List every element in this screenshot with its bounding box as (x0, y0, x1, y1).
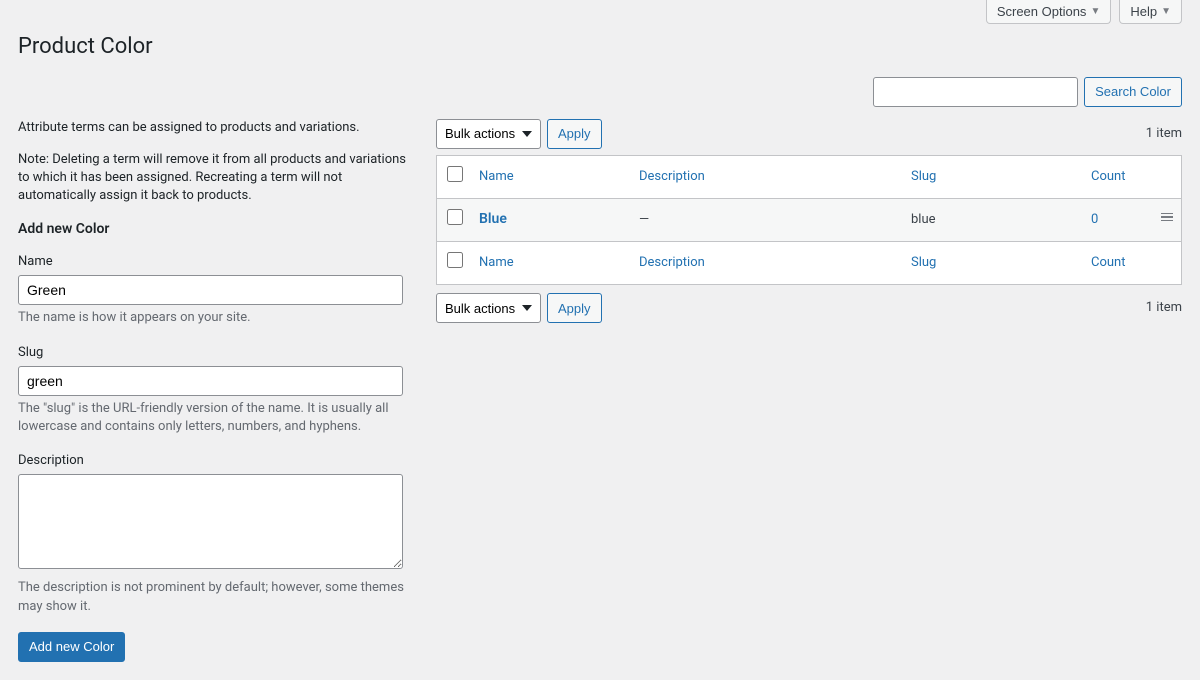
bulk-actions-select-top[interactable]: Bulk actions (436, 119, 541, 149)
chevron-down-icon: ▼ (1090, 6, 1100, 17)
slug-label: Slug (18, 344, 418, 362)
col-slug[interactable]: Slug (911, 169, 936, 184)
name-help: The name is how it appears on your site. (18, 309, 418, 327)
select-all-top[interactable] (447, 166, 463, 182)
note-text: Note: Deleting a term will remove it fro… (18, 151, 418, 206)
chevron-down-icon: ▼ (1161, 6, 1171, 17)
screen-options-label: Screen Options (997, 4, 1087, 19)
table-row: Blue — blue 0 (437, 198, 1182, 241)
select-all-bottom[interactable] (447, 252, 463, 268)
search-button[interactable]: Search Color (1084, 77, 1182, 107)
term-count-link[interactable]: 0 (1091, 212, 1098, 227)
col-name-foot[interactable]: Name (479, 255, 514, 270)
submit-button[interactable]: Add new Color (18, 632, 125, 662)
col-count[interactable]: Count (1091, 169, 1125, 184)
slug-help: The "slug" is the URL-friendly version o… (18, 400, 418, 436)
col-slug-foot[interactable]: Slug (911, 255, 936, 270)
apply-button-bottom[interactable]: Apply (547, 293, 602, 323)
terms-table: Name Description Slug Count Blue — blue … (436, 155, 1182, 286)
term-name-link[interactable]: Blue (479, 211, 507, 227)
name-input[interactable] (18, 275, 403, 305)
intro-text: Attribute terms can be assigned to produ… (18, 119, 418, 137)
search-input[interactable] (873, 77, 1078, 107)
help-button[interactable]: Help ▼ (1119, 0, 1182, 24)
description-label: Description (18, 452, 418, 470)
name-label: Name (18, 253, 418, 271)
apply-button-top[interactable]: Apply (547, 119, 602, 149)
col-description-foot[interactable]: Description (639, 255, 705, 270)
slug-input[interactable] (18, 366, 403, 396)
drag-handle-icon[interactable] (1161, 211, 1173, 224)
description-help: The description is not prominent by defa… (18, 579, 418, 615)
term-description: — (631, 198, 903, 241)
description-textarea[interactable] (18, 474, 403, 569)
screen-options-button[interactable]: Screen Options ▼ (986, 0, 1112, 24)
bulk-actions-select-bottom[interactable]: Bulk actions (436, 293, 541, 323)
add-new-heading: Add new Color (18, 220, 418, 240)
col-name[interactable]: Name (479, 169, 514, 184)
row-checkbox[interactable] (447, 209, 463, 225)
col-description[interactable]: Description (639, 169, 705, 184)
col-count-foot[interactable]: Count (1091, 255, 1125, 270)
term-slug: blue (903, 198, 1083, 241)
help-label: Help (1130, 4, 1157, 19)
item-count-top: 1 item (1146, 125, 1182, 143)
item-count-bottom: 1 item (1146, 299, 1182, 317)
page-title: Product Color (18, 32, 1182, 63)
